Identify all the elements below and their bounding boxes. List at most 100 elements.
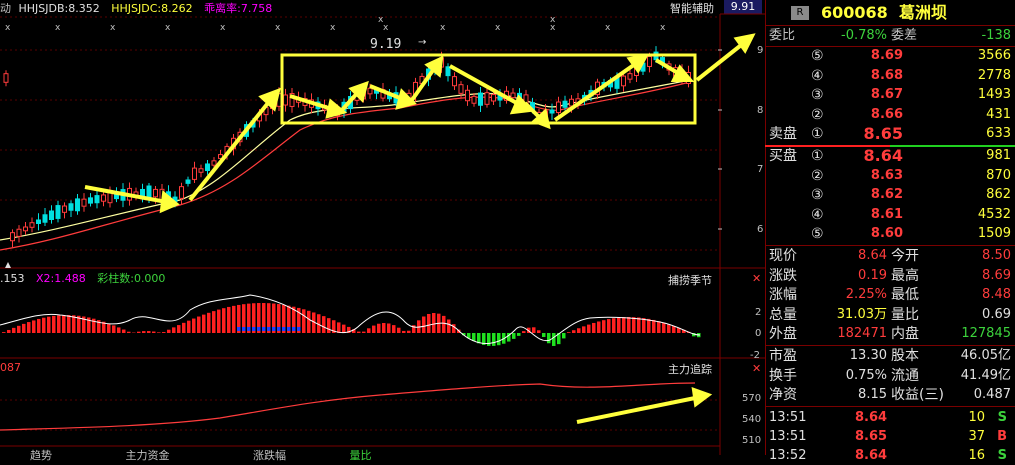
sell-price: 8.69 xyxy=(871,47,903,65)
sub1-title[interactable]: 捕捞季节 xyxy=(668,272,712,288)
stock-header: R 600068 葛洲坝 xyxy=(765,3,1015,23)
sub1-indicator-bar: .153 X2:1.488 彩柱数:0.000 xyxy=(0,270,165,286)
histogram-bar xyxy=(492,333,496,346)
histogram-bar xyxy=(647,319,651,333)
candle xyxy=(479,93,483,105)
histogram-bar xyxy=(442,316,446,333)
buy-row[interactable]: ④8.614532 xyxy=(765,206,1015,224)
sell-row[interactable]: ③8.671493 xyxy=(765,86,1015,104)
sub1-y-neg2: -2 xyxy=(750,350,760,361)
histogram-bar xyxy=(167,330,171,333)
sell-row[interactable]: ⑤8.693566 xyxy=(765,47,1015,65)
tick-side: S xyxy=(998,447,1007,465)
r-badge[interactable]: R xyxy=(791,6,809,20)
histogram-bar xyxy=(672,326,676,333)
buy-row[interactable]: ③8.62862 xyxy=(765,186,1015,204)
histogram-bar xyxy=(397,328,401,333)
fundamental-label: 股本 xyxy=(891,347,919,365)
high-annotation: 9.19 xyxy=(370,37,401,52)
sub1-y-0: 0 xyxy=(755,328,761,339)
quote-row: 总量31.03万量比0.69 xyxy=(765,306,1015,324)
histogram-bar xyxy=(57,315,61,333)
sub1-prefix: .153 xyxy=(0,272,25,285)
quote-label: 涨幅 xyxy=(769,286,797,304)
quote-value: 0.19 xyxy=(858,267,887,285)
histogram-bar xyxy=(302,309,306,333)
histogram-bar xyxy=(357,332,361,333)
y-label-8: 8 xyxy=(757,105,763,116)
candle xyxy=(368,88,372,94)
svg-text:→: → xyxy=(418,37,426,48)
fundamental-row: 市盈13.30股本46.05亿 xyxy=(765,347,1015,365)
buy-row[interactable]: 买盘①8.64981 xyxy=(765,147,1015,165)
histogram-marker xyxy=(242,327,246,331)
candle xyxy=(95,196,99,203)
tick-row[interactable]: 13:528.6416S xyxy=(765,447,1015,465)
svg-text:x: x xyxy=(495,23,501,33)
main-y-axis: 9 8 7 6 xyxy=(757,45,763,235)
buy-level-icon: ④ xyxy=(811,206,824,224)
bottom-tab-2[interactable]: 涨跌幅 xyxy=(253,449,286,462)
histogram-bar xyxy=(622,317,626,333)
histogram-bar xyxy=(587,325,591,333)
tick-volume: 10 xyxy=(968,409,985,427)
candle xyxy=(459,85,463,94)
buy-price: 8.63 xyxy=(871,167,903,185)
svg-text:x: x xyxy=(440,23,446,33)
sell-level-icon: ① xyxy=(811,125,824,143)
candle xyxy=(180,187,184,199)
sell-row[interactable]: ②8.66431 xyxy=(765,106,1015,124)
sub2-title[interactable]: 主力追踪 xyxy=(668,361,712,377)
quote-label: 今开 xyxy=(891,247,919,265)
buy-row[interactable]: ②8.63870 xyxy=(765,167,1015,185)
candle xyxy=(186,180,190,183)
candlestick-chart[interactable]: xxx xxx xxx xxx xxx 9 8 7 6 9.19 → xyxy=(0,0,765,455)
histogram-marker xyxy=(292,327,296,331)
bottom-tabs: 趋势 主力资金 涨跌幅 量比 xyxy=(30,447,372,463)
fundamental-label: 市盈 xyxy=(769,347,797,365)
candle xyxy=(50,211,54,220)
tick-price: 8.64 xyxy=(855,447,887,465)
histogram-bar xyxy=(157,332,161,333)
bottom-tab-3[interactable]: 量比 xyxy=(350,449,372,462)
chart-area[interactable]: 动 HHJSJDB:8.352 HHJSJDC:8.262 乖离率:7.758 … xyxy=(0,0,765,455)
tick-row[interactable]: 13:518.6537B xyxy=(765,428,1015,446)
candle xyxy=(485,93,489,105)
tick-row[interactable]: 13:518.6410S xyxy=(765,409,1015,427)
histogram-bar xyxy=(552,333,556,346)
fundamental-row: 净资8.15收益(三)0.487 xyxy=(765,386,1015,404)
sell-price: 8.66 xyxy=(871,106,903,124)
svg-text:x: x xyxy=(660,23,666,33)
sell-label: 卖盘 xyxy=(769,125,797,143)
sell-level-icon: ④ xyxy=(811,67,824,85)
sell-row[interactable]: 卖盘①8.65633 xyxy=(765,125,1015,143)
histogram-bar xyxy=(447,319,451,333)
bottom-tab-0[interactable]: 趋势 xyxy=(30,449,52,462)
candle xyxy=(11,233,15,241)
histogram-bar xyxy=(382,323,386,333)
candle xyxy=(492,95,496,101)
buy-volume: 870 xyxy=(986,167,1011,185)
histogram-bar xyxy=(372,326,376,333)
trend-arrows xyxy=(85,36,752,422)
buy-row[interactable]: ⑤8.601509 xyxy=(765,225,1015,243)
histogram-bar xyxy=(427,314,431,333)
candle xyxy=(557,102,561,113)
histogram-bar xyxy=(472,333,476,341)
histogram-bar xyxy=(617,318,621,333)
svg-text:x: x xyxy=(383,23,389,33)
candle xyxy=(550,110,554,113)
fundamental-value: 0.487 xyxy=(974,386,1011,404)
histogram-bar xyxy=(512,333,516,339)
bottom-tab-1[interactable]: 主力资金 xyxy=(126,449,170,462)
tick-price: 8.64 xyxy=(855,409,887,427)
weibi-label: 委比 xyxy=(769,27,795,45)
fundamental-label: 收益(三) xyxy=(891,386,944,404)
histogram-marker xyxy=(247,327,251,331)
histogram-marker xyxy=(267,327,271,331)
tick-time: 13:51 xyxy=(769,409,806,427)
tick-time: 13:52 xyxy=(769,447,806,465)
histogram-bar xyxy=(22,324,26,333)
histogram-bar xyxy=(182,323,186,333)
sell-row[interactable]: ④8.682778 xyxy=(765,67,1015,85)
